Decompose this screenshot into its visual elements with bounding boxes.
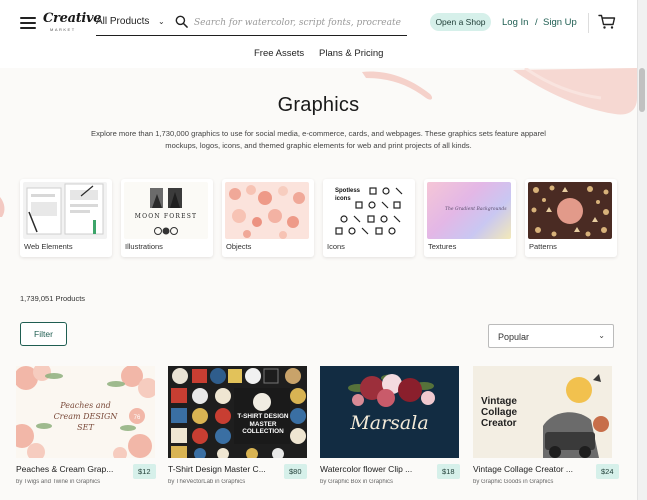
open-shop-button[interactable]: Open a Shop [430, 13, 491, 31]
category-thumbnail [528, 182, 612, 239]
svg-text:76: 76 [134, 415, 141, 421]
category-textures[interactable]: The Gradient Backgrounds Textures [424, 179, 516, 257]
page-title: Graphics [277, 94, 360, 116]
product-thumb-text: Vintage Collage Creator [481, 396, 518, 429]
category-thumbnail: MOON FOREST [124, 182, 208, 239]
category-thumb-text: MOON FOREST [134, 213, 198, 220]
decorative-brush-stroke [0, 197, 5, 217]
product-title[interactable]: Vintage Collage Creator ... [473, 464, 591, 474]
scrollbar-thumb[interactable] [639, 68, 645, 112]
category-illustrations[interactable]: MOON FOREST Illustrations [121, 179, 213, 257]
category-thumb-text: The Gradient Backgrounds [445, 207, 507, 212]
product-title[interactable]: Peaches & Cream Grap... [16, 464, 134, 474]
login-link[interactable]: Log In [502, 17, 528, 28]
category-label: Illustrations [125, 242, 163, 251]
product-card[interactable]: 76 Peaches and Cream DESIGN SET Peaches … [16, 366, 159, 500]
category-thumbnail [23, 182, 107, 239]
sort-label: Popular [498, 332, 530, 342]
sort-select[interactable]: Popular ⌄ [488, 324, 614, 348]
product-card[interactable]: Vintage Collage Creator Vintage Collage … [473, 366, 619, 500]
product-price: $18 [437, 464, 460, 479]
cart-icon[interactable] [598, 14, 616, 30]
product-card[interactable]: Marsala Watercolor flower Clip ... by Gr… [320, 366, 463, 500]
header-divider [588, 13, 589, 33]
category-label: Textures [428, 242, 457, 251]
category-thumb-text: Spotless icons [335, 188, 361, 202]
nav-free-assets[interactable]: Free Assets [254, 48, 304, 59]
category-label: Web Elements [24, 242, 73, 251]
product-count: 1,739,051 Products [20, 294, 86, 303]
product-price: $80 [284, 464, 307, 479]
product-title[interactable]: Watercolor flower Clip ... [320, 464, 438, 474]
site-header: Creative MARKET All Products ⌄ Open a Sh… [0, 0, 637, 68]
product-image[interactable]: T-SHIRT DESIGN MASTER COLLECTION [168, 366, 307, 458]
category-label: Patterns [529, 242, 557, 251]
category-icons[interactable]: Spotless icons Icons [323, 179, 415, 257]
chevron-down-icon[interactable]: ⌄ [158, 17, 165, 26]
page-description: Explore more than 1,730,000 graphics to … [91, 129, 546, 150]
product-author: by Graphic Goods in Graphics [473, 479, 554, 485]
category-objects[interactable]: Objects [222, 179, 314, 257]
filter-button[interactable]: Filter [20, 322, 67, 346]
product-thumb-text: Marsala [350, 412, 429, 434]
product-price: $24 [596, 464, 619, 479]
product-title[interactable]: T-Shirt Design Master C... [168, 464, 286, 474]
product-thumb-text: Peaches and Cream DESIGN SET [53, 401, 118, 432]
category-web-elements[interactable]: Web Elements [20, 179, 112, 257]
search-bar: All Products ⌄ [96, 12, 407, 36]
search-input[interactable] [194, 15, 404, 30]
logo[interactable]: Creative [43, 12, 102, 25]
search-icon[interactable] [175, 15, 188, 28]
category-thumbnail: The Gradient Backgrounds [427, 182, 511, 239]
category-thumbnail: Spotless icons [326, 182, 410, 239]
nav-plans-pricing[interactable]: Plans & Pricing [319, 48, 383, 59]
product-price: $12 [133, 464, 156, 479]
product-image[interactable]: Vintage Collage Creator [473, 366, 612, 458]
product-image[interactable]: 76 Peaches and Cream DESIGN SET [16, 366, 155, 458]
product-thumb-text: T-SHIRT DESIGN MASTER COLLECTION [237, 413, 289, 435]
product-author: by Twigs and Twine in Graphics [16, 479, 101, 485]
category-thumbnail [225, 182, 309, 239]
menu-icon[interactable] [20, 17, 36, 29]
logo-subtext: MARKET [50, 27, 76, 32]
category-patterns[interactable]: Patterns [525, 179, 617, 257]
category-select[interactable]: All Products [96, 16, 149, 27]
product-author: by Graphic Box in Graphics [320, 479, 394, 485]
auth-separator: / [535, 17, 538, 28]
product-image[interactable]: Marsala [320, 366, 459, 458]
product-author: by TheVectorLab in Graphics [168, 479, 246, 485]
category-label: Objects [226, 242, 252, 251]
category-label: Icons [327, 242, 345, 251]
chevron-down-icon: ⌄ [598, 331, 605, 340]
signup-link[interactable]: Sign Up [543, 17, 577, 28]
product-card[interactable]: T-SHIRT DESIGN MASTER COLLECTION T-Shirt… [168, 366, 311, 500]
